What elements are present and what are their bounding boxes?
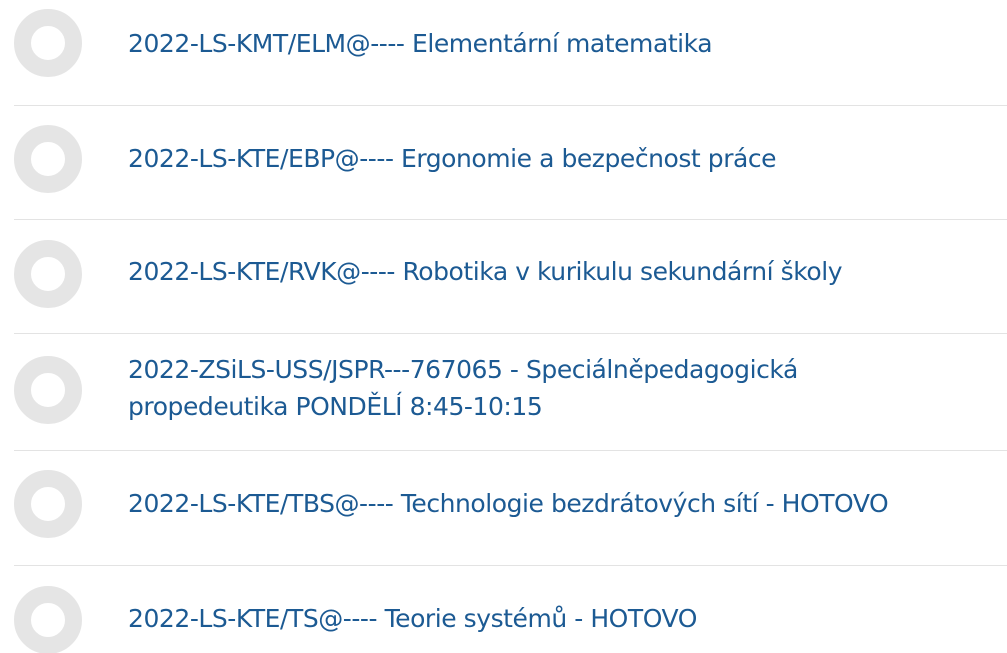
course-status-circle-icon — [14, 125, 82, 193]
course-link[interactable]: 2022-LS-KTE/TS@---- Teorie systémů - HOT… — [128, 601, 697, 636]
course-link[interactable]: 2022-LS-KTE/TBS@---- Technologie bezdrát… — [128, 486, 889, 521]
course-link[interactable]: 2022-LS-KMT/ELM@---- Elementární matemat… — [128, 26, 713, 61]
course-link[interactable]: 2022-LS-KTE/EBP@---- Ergonomie a bezpečn… — [128, 141, 777, 176]
course-item-elm[interactable]: 2022-LS-KMT/ELM@---- Elementární matemat… — [0, 0, 1007, 105]
course-status-circle-icon — [14, 9, 82, 77]
course-item-jspr[interactable]: 2022-ZSiLS-USS/JSPR---767065 - Speciálně… — [0, 334, 1007, 450]
course-link-line2[interactable]: propedeutika PONDĚLÍ 8:45-10:15 — [128, 389, 543, 424]
course-status-circle-icon — [14, 356, 82, 424]
course-status-circle-icon — [14, 586, 82, 653]
course-list: 2022-LS-KMT/ELM@---- Elementární matemat… — [0, 0, 1007, 653]
course-link[interactable]: 2022-LS-KTE/RVK@---- Robotika v kurikulu… — [128, 254, 843, 289]
course-item-tbs[interactable]: 2022-LS-KTE/TBS@---- Technologie bezdrát… — [0, 451, 1007, 565]
course-item-ebp[interactable]: 2022-LS-KTE/EBP@---- Ergonomie a bezpečn… — [0, 106, 1007, 219]
course-link-line1[interactable]: 2022-ZSiLS-USS/JSPR---767065 - Speciálně… — [128, 352, 798, 387]
course-item-rvk[interactable]: 2022-LS-KTE/RVK@---- Robotika v kurikulu… — [0, 220, 1007, 333]
course-status-circle-icon — [14, 470, 82, 538]
course-status-circle-icon — [14, 240, 82, 308]
course-item-ts[interactable]: 2022-LS-KTE/TS@---- Teorie systémů - HOT… — [0, 566, 1007, 653]
